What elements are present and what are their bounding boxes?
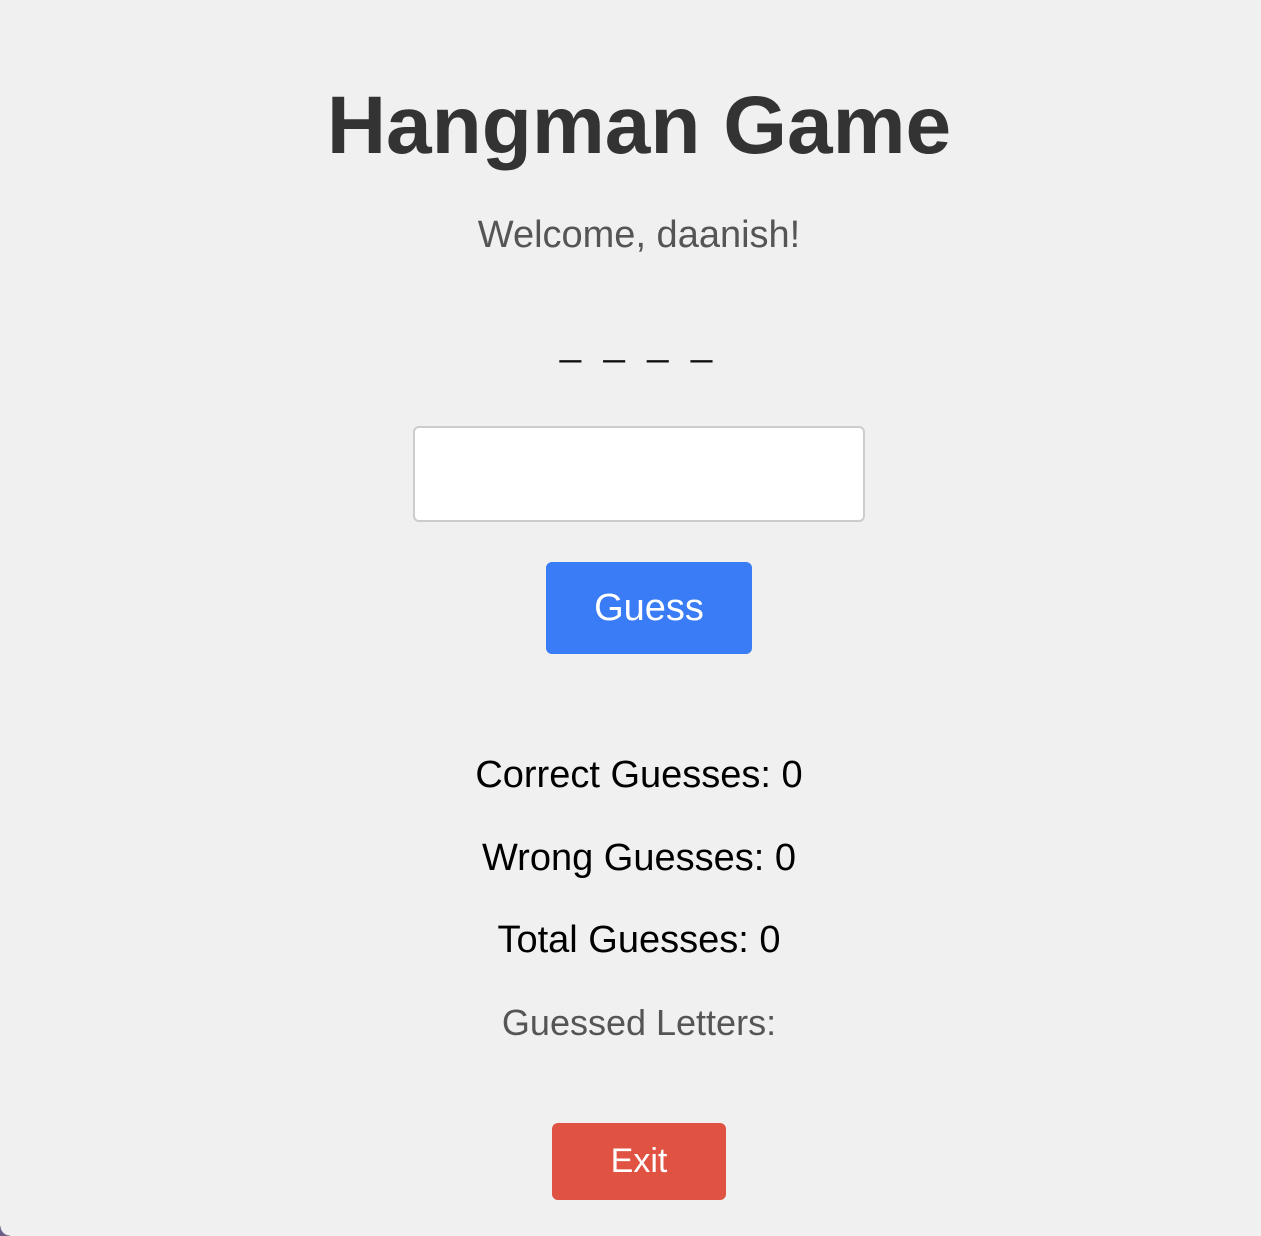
exit-button[interactable]: Exit [552, 1123, 726, 1200]
guessed-letters: Guessed Letters: [501, 1002, 777, 1043]
guess-input[interactable] [413, 426, 865, 522]
wrong-guesses-count: Wrong Guesses: 0 [481, 837, 796, 879]
window-corner [0, 1226, 10, 1236]
welcome-message: Welcome, daanish! [477, 214, 801, 256]
word-display: _ _ _ _ [559, 322, 719, 364]
total-guesses-count: Total Guesses: 0 [497, 919, 781, 961]
guess-button[interactable]: Guess [546, 562, 752, 654]
game-container: Hangman Game Welcome, daanish! _ _ _ _ G… [0, 0, 1261, 1236]
correct-guesses-count: Correct Guesses: 0 [475, 754, 803, 796]
page-title: Hangman Game [326, 80, 952, 171]
